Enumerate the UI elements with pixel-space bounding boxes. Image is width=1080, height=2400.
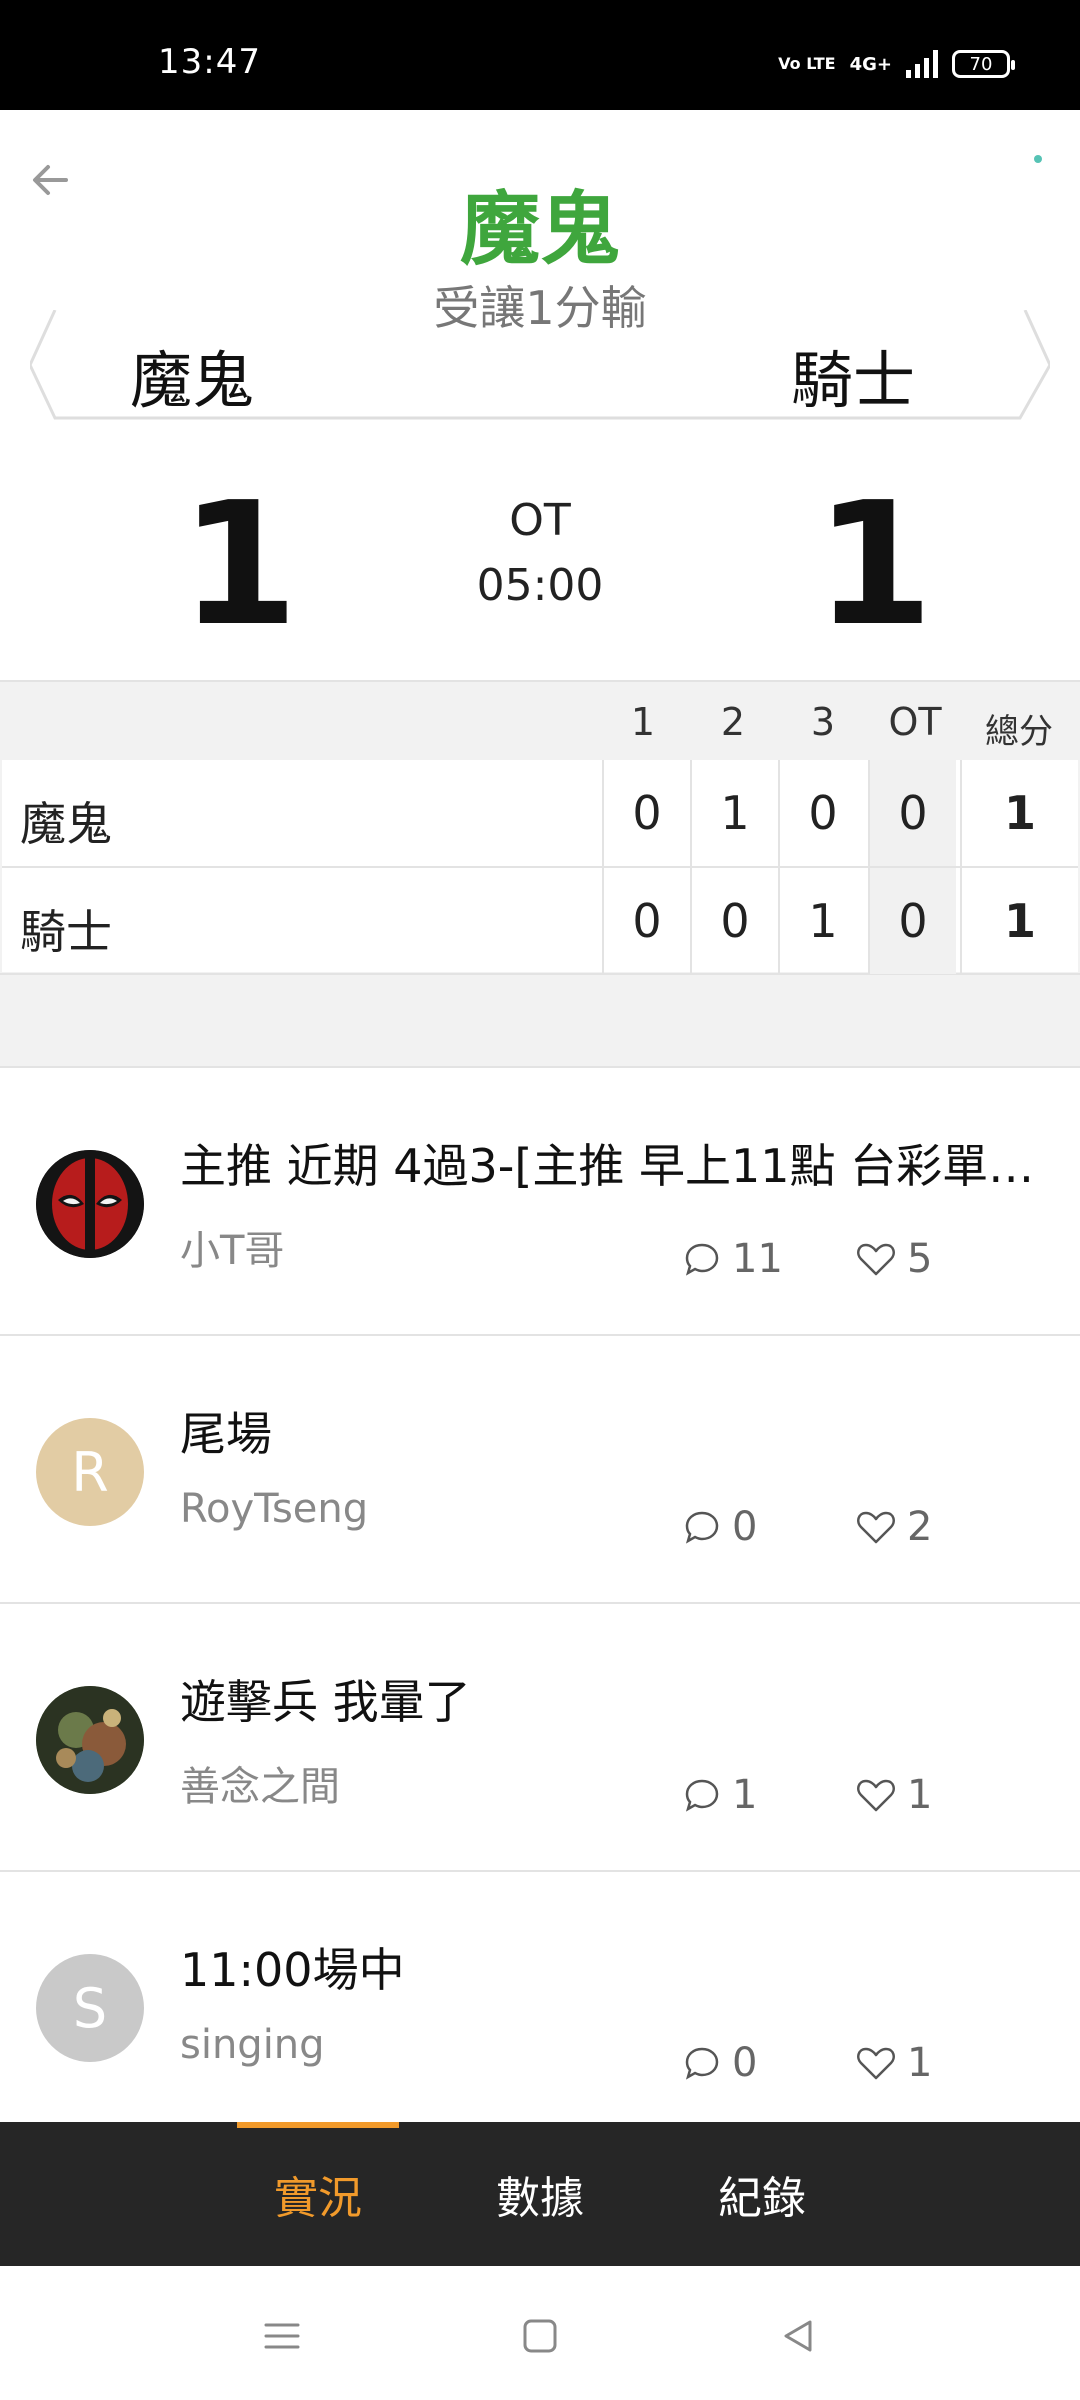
like-count[interactable]: 1: [855, 2040, 932, 2086]
away-team-name: 魔鬼: [130, 344, 255, 417]
score-cell: 0: [778, 760, 866, 866]
post-title: 尾場: [180, 1407, 272, 1461]
comment-count-value: 11: [732, 1236, 783, 1282]
scoreboard-row: 魔鬼 0 1 0 0 1: [2, 760, 1078, 866]
heart-icon: [857, 1779, 895, 1812]
comment-count-value: 0: [732, 2040, 758, 2086]
period-scoreboard: 1 2 3 OT 總分 魔鬼 0 1 0 0 1 騎士 0 0 1 0 1: [0, 680, 1080, 975]
home-score: 1: [815, 466, 934, 664]
heart-icon: [857, 2047, 895, 2080]
post-author: singing: [180, 2022, 325, 2068]
like-count-value: 1: [907, 1772, 933, 1818]
comment-count-value: 1: [732, 1772, 758, 1818]
score-cell: 1: [778, 868, 866, 974]
picked-team: 魔鬼: [460, 183, 620, 276]
section-divider: [0, 975, 1080, 1068]
menu-nav-button[interactable]: [252, 2306, 312, 2366]
letter-avatar[interactable]: R: [36, 1418, 144, 1526]
match-header: 魔鬼 受讓1分輸 魔鬼 騎士 1 OT 05:00 1: [0, 110, 1080, 680]
home-team-name: 騎士: [790, 344, 915, 417]
comment-count[interactable]: 11: [682, 1236, 783, 1282]
deadpool-avatar[interactable]: [36, 1150, 144, 1258]
post-author: RoyTseng: [180, 1486, 369, 1532]
battery-icon: 70: [952, 50, 1015, 78]
score-cell-total: 1: [960, 760, 1078, 866]
back-triangle-icon: [784, 2320, 812, 2352]
scoreboard-row: 騎士 0 0 1 0 1: [2, 866, 1078, 974]
col-header-total: 總分: [985, 712, 1053, 752]
battery-level: 70: [969, 53, 993, 75]
score-cell-total: 1: [960, 868, 1078, 974]
post-author: 小T哥: [180, 1228, 285, 1274]
menu-icon: [264, 2323, 300, 2349]
bottom-tab-bar: 實況 數據 紀錄: [0, 2122, 1080, 2266]
like-count[interactable]: 1: [855, 1772, 932, 1818]
status-bar: 13:47 Vo LTE 4G+ 70: [0, 0, 1080, 110]
post-item[interactable]: 遊擊兵 我暈了 善念之間 1 1: [0, 1604, 1080, 1872]
tab-stats[interactable]: 數據: [460, 2122, 620, 2266]
status-icons: Vo LTE 4G+ 70: [778, 50, 1015, 78]
scoreboard-header: 1 2 3 OT 總分: [0, 682, 1080, 760]
like-count[interactable]: 2: [855, 1504, 932, 1550]
comment-count[interactable]: 1: [682, 1772, 757, 1818]
post-title: 遊擊兵 我暈了: [180, 1675, 471, 1729]
post-title: 主推 近期 4過3-[主推 早上11點 台彩單場]: [180, 1139, 1050, 1193]
home-nav-button[interactable]: [510, 2306, 570, 2366]
tab-live[interactable]: 實況: [238, 2122, 398, 2266]
like-count-value: 5: [907, 1236, 933, 1282]
back-nav-button[interactable]: [768, 2306, 828, 2366]
post-author: 善念之間: [180, 1764, 340, 1810]
post-item[interactable]: 主推 近期 4過3-[主推 早上11點 台彩單場] 小T哥 11 5: [0, 1068, 1080, 1336]
indicator-dot: [1034, 155, 1042, 163]
col-header: 1: [630, 700, 656, 744]
heart-icon: [857, 1511, 895, 1544]
network-type: 4G+: [849, 53, 892, 75]
heart-icon: [857, 1243, 895, 1276]
score-cell: 0: [690, 868, 778, 974]
comment-icon: [685, 1243, 719, 1276]
score-cell: 1: [690, 760, 778, 866]
score-cell: 0: [602, 760, 690, 866]
deadpool-mask-icon: [36, 1150, 144, 1258]
tab-records[interactable]: 紀錄: [682, 2122, 842, 2266]
like-count-value: 2: [907, 1504, 933, 1550]
letter-avatar[interactable]: S: [36, 1954, 144, 2062]
system-nav-bar: [0, 2266, 1080, 2400]
volte-icon: Vo LTE: [778, 54, 836, 73]
comment-count-value: 0: [732, 1504, 758, 1550]
post-item[interactable]: R 尾場 RoyTseng 0 2: [0, 1336, 1080, 1604]
status-time: 13:47: [158, 42, 261, 82]
photo-avatar[interactable]: [36, 1686, 144, 1794]
comment-icon: [685, 1511, 719, 1544]
like-count-value: 1: [907, 2040, 933, 2086]
score-cell-ot: 0: [868, 868, 956, 974]
col-header: OT: [888, 700, 942, 744]
photo-avatar-icon: [36, 1686, 144, 1794]
col-header: 2: [720, 700, 746, 744]
score-cell-ot: 0: [868, 760, 956, 866]
post-item[interactable]: S 11:00場中 singing 0 1: [0, 1872, 1080, 2140]
signal-icon: [906, 50, 938, 78]
comment-icon: [685, 2047, 719, 2080]
comment-icon: [685, 1779, 719, 1812]
score-cell: 0: [602, 868, 690, 974]
like-count[interactable]: 5: [855, 1236, 932, 1282]
row-team-name: 魔鬼: [20, 797, 112, 851]
row-team-name: 騎士: [20, 905, 112, 959]
post-title: 11:00場中: [180, 1943, 405, 1997]
comment-count[interactable]: 0: [682, 1504, 757, 1550]
col-header: 3: [810, 700, 836, 744]
home-square-icon: [523, 2319, 557, 2353]
comment-count[interactable]: 0: [682, 2040, 757, 2086]
